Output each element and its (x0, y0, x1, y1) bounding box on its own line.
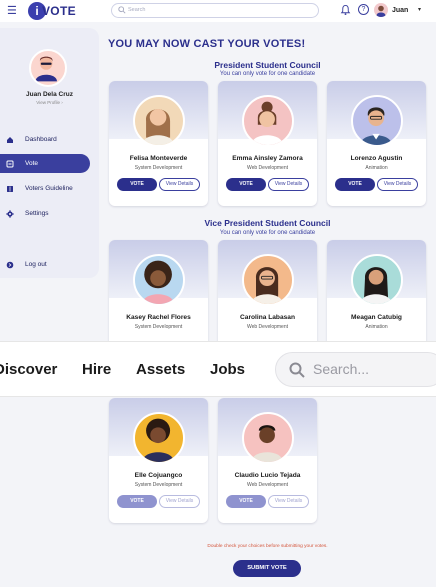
candidate-name: Felisa Monteverde (129, 155, 188, 162)
view-details-button[interactable]: View Details (377, 178, 418, 191)
candidate-card: Emma Ainsley Zamora Web Development VOTE… (218, 81, 317, 206)
vote-button[interactable]: VOTE (226, 495, 266, 508)
bell-icon[interactable] (340, 4, 351, 16)
gear-icon (6, 210, 14, 218)
candidate-role: Web Development (246, 324, 289, 330)
vote-button[interactable]: VOTE (335, 178, 375, 191)
chevron-down-icon[interactable]: ▾ (418, 6, 421, 15)
overlay-search-input[interactable]: Search... (275, 352, 436, 387)
candidate-photo (133, 412, 185, 464)
candidate-role: System Development (134, 324, 183, 330)
book-icon (7, 186, 13, 192)
candidate-card: Elle Cojuangco System Development VOTE V… (109, 398, 208, 523)
logout-icon (6, 261, 14, 269)
help-icon[interactable]: ? (358, 4, 369, 15)
candidate-role: Animation (365, 165, 388, 171)
avatar[interactable] (374, 3, 388, 17)
search-icon (118, 6, 126, 14)
candidate-name: Emma Ainsley Zamora (232, 155, 303, 162)
candidate-name: Claudio Lucio Tejada (234, 472, 301, 479)
vote-button[interactable]: VOTE (117, 495, 157, 508)
candidate-card: Claudio Lucio Tejada Web Development VOT… (218, 398, 317, 523)
vote-button[interactable]: VOTE (117, 178, 157, 191)
search-placeholder: Search (128, 7, 146, 13)
candidate-photo (133, 95, 185, 147)
candidate-photo (351, 254, 403, 306)
section-title: Vice President Student Council (204, 218, 331, 228)
sidebar-item-logout[interactable]: Log out (0, 255, 90, 274)
profile-name: Juan Dela Cruz (26, 91, 73, 98)
candidate-name: Kasey Rachel Flores (126, 314, 191, 321)
ballot-icon (6, 160, 14, 168)
page-title: YOU MAY NOW CAST YOUR VOTES! (108, 38, 306, 50)
view-details-button[interactable]: View Details (159, 178, 200, 191)
sidebar-item-label: Voters Guideline (25, 185, 73, 192)
candidate-card: Lorenzo Agustin Animation VOTE View Deta… (327, 81, 426, 206)
profile-avatar[interactable] (29, 49, 67, 87)
user-name[interactable]: Juan (392, 6, 408, 15)
submit-vote-button[interactable]: SUBMIT VOTE (233, 560, 301, 577)
nav-link-discover[interactable]: Discover (0, 361, 57, 379)
sidebar-item-label: Log out (25, 261, 47, 268)
section-subtitle: You can only vote for one candidate (219, 230, 316, 236)
candidate-role: Web Development (246, 165, 289, 171)
view-profile-link[interactable]: View Profile › (0, 100, 99, 105)
view-details-button[interactable]: View Details (268, 495, 309, 508)
sidebar-item-settings[interactable]: Settings (0, 204, 90, 223)
view-details-button[interactable]: View Details (268, 178, 309, 191)
section-subtitle: You can only vote for one candidate (219, 71, 316, 77)
view-details-button[interactable]: View Details (159, 495, 200, 508)
candidate-name: Elle Cojuangco (134, 472, 183, 479)
sidebar-item-label: Settings (25, 210, 49, 217)
candidate-name: Meagan Catubig (351, 314, 402, 321)
candidate-role: System Development (134, 482, 183, 488)
candidate-role: System Development (134, 165, 183, 171)
candidate-name: Lorenzo Agustin (350, 155, 403, 162)
candidate-name: Carolina Labasan (240, 314, 295, 321)
candidate-photo (242, 412, 294, 464)
home-icon (7, 137, 13, 143)
candidate-card: Felisa Monteverde System Development VOT… (109, 81, 208, 206)
candidate-photo (351, 95, 403, 147)
section-title: President Student Council (214, 60, 321, 70)
sidebar-item-voters-guideline[interactable]: Voters Guideline (0, 179, 90, 198)
sidebar-item-vote[interactable]: Vote (0, 154, 90, 173)
candidate-photo (133, 254, 185, 306)
nav-link-jobs[interactable]: Jobs (210, 361, 245, 379)
candidate-photo (242, 254, 294, 306)
sidebar-item-dashboard[interactable]: Dashboard (0, 130, 90, 149)
candidate-photo (242, 95, 294, 147)
app-logo[interactable]: i VOTE (28, 2, 76, 20)
logo-text: VOTE (42, 4, 76, 18)
top-bar: ☰ i VOTE Search ? Juan ▾ (0, 0, 436, 22)
sidebar-item-label: Dashboard (25, 136, 57, 143)
search-input[interactable]: Search (111, 3, 319, 18)
sidebar: Juan Dela Cruz View Profile › Dashboard … (0, 28, 99, 278)
nav-link-hire[interactable]: Hire (82, 361, 111, 379)
search-icon (289, 362, 305, 378)
double-check-note: Double check your choices before submitt… (207, 544, 328, 549)
candidate-role: Web Development (246, 482, 289, 488)
candidate-role: Animation (365, 324, 388, 330)
menu-icon[interactable]: ☰ (7, 4, 17, 18)
nav-link-assets[interactable]: Assets (136, 361, 185, 379)
vote-button[interactable]: VOTE (226, 178, 266, 191)
sidebar-item-label: Vote (25, 160, 39, 167)
overlay-search-placeholder: Search... (313, 361, 370, 377)
overlay-nav-bar: Discover Hire Assets Jobs Search... (0, 341, 436, 397)
